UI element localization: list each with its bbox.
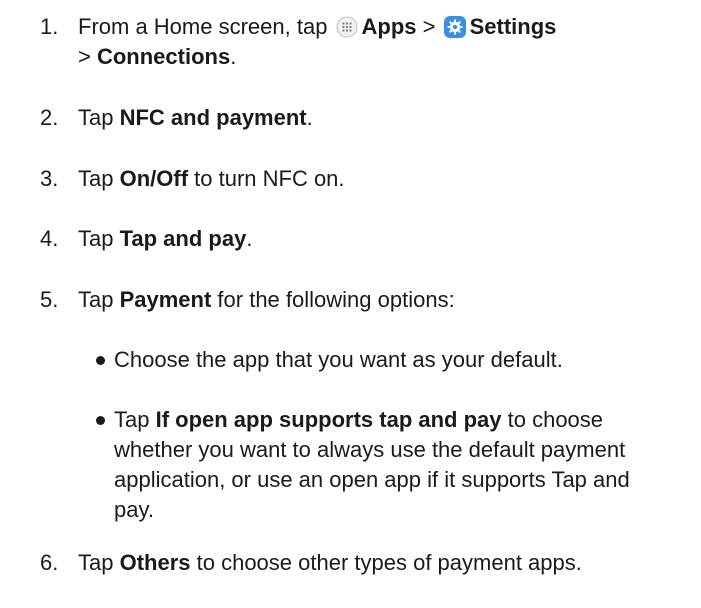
step-bold-term: NFC and payment — [119, 105, 307, 130]
step-number: 2. — [40, 105, 59, 130]
step-text-post: . — [246, 226, 253, 251]
bullet-dot — [92, 345, 114, 375]
separator: > — [416, 14, 442, 39]
step-1: 1. From a Home screen, tap Apps > Settin… — [40, 12, 690, 72]
bullet-text-pre: Choose the app that you want as your def… — [114, 347, 563, 372]
instruction-document: 1. From a Home screen, tap Apps > Settin… — [0, 0, 701, 608]
step-6: 6. Tap Others to choose other types of p… — [40, 548, 660, 578]
step-text: Tap On/Off to turn NFC on. — [78, 164, 690, 194]
option-bullet-2: Tap If open app supports tap and pay to … — [92, 405, 652, 525]
step-text-pre: Tap — [78, 166, 120, 191]
apps-label: Apps — [361, 14, 417, 39]
step-text: Tap NFC and payment. — [78, 103, 690, 133]
step-bold-term: Others — [119, 550, 191, 575]
step-bold-term: Tap and pay — [119, 226, 247, 251]
step-text: Tap Payment for the following options: — [78, 285, 690, 315]
separator: > — [78, 44, 97, 69]
step-5: 5. Tap Payment for the following options… — [40, 285, 690, 315]
option-bullet-1: Choose the app that you want as your def… — [92, 345, 692, 375]
step-4: 4. Tap Tap and pay. — [40, 224, 690, 254]
bullet-text: Choose the app that you want as your def… — [114, 345, 692, 375]
bullet-text-pre: Tap — [114, 407, 156, 432]
step-text-pre: Tap — [78, 550, 120, 575]
step-text-pre: Tap — [78, 105, 120, 130]
step-number: 6. — [40, 550, 59, 575]
step-text-pre: Tap — [78, 287, 120, 312]
step-text-pre: Tap — [78, 226, 120, 251]
bullet-dot — [92, 405, 114, 525]
step-3: 3. Tap On/Off to turn NFC on. — [40, 164, 690, 194]
step-text-end: . — [230, 44, 237, 69]
step-number: 5. — [40, 287, 59, 312]
step-bold-term: Payment — [119, 287, 212, 312]
step-text-post: to choose other types of payment apps. — [190, 550, 582, 575]
step-text-post: . — [306, 105, 313, 130]
step-text-post: to turn NFC on. — [188, 166, 345, 191]
step-text-post: for the following options: — [211, 287, 455, 312]
step-number: 4. — [40, 226, 59, 251]
apps-grid-icon — [336, 16, 358, 38]
settings-label: Settings — [469, 14, 557, 39]
step-number: 1. — [40, 14, 59, 39]
bullet-bold-term: If open app supports tap and pay — [155, 407, 502, 432]
settings-gear-icon — [443, 16, 466, 38]
step-2: 2. Tap NFC and payment. — [40, 103, 690, 133]
step-bold-term: On/Off — [119, 166, 189, 191]
step-number: 3. — [40, 166, 59, 191]
bullet-text: Tap If open app supports tap and pay to … — [114, 405, 652, 525]
step-text-pre: From a Home screen, tap — [78, 14, 334, 39]
step-text: From a Home screen, tap Apps > Settings >… — [78, 12, 690, 72]
step-text: Tap Tap and pay. — [78, 224, 690, 254]
step-text: Tap Others to choose other types of paym… — [78, 548, 660, 578]
connections-label: Connections — [96, 44, 231, 69]
